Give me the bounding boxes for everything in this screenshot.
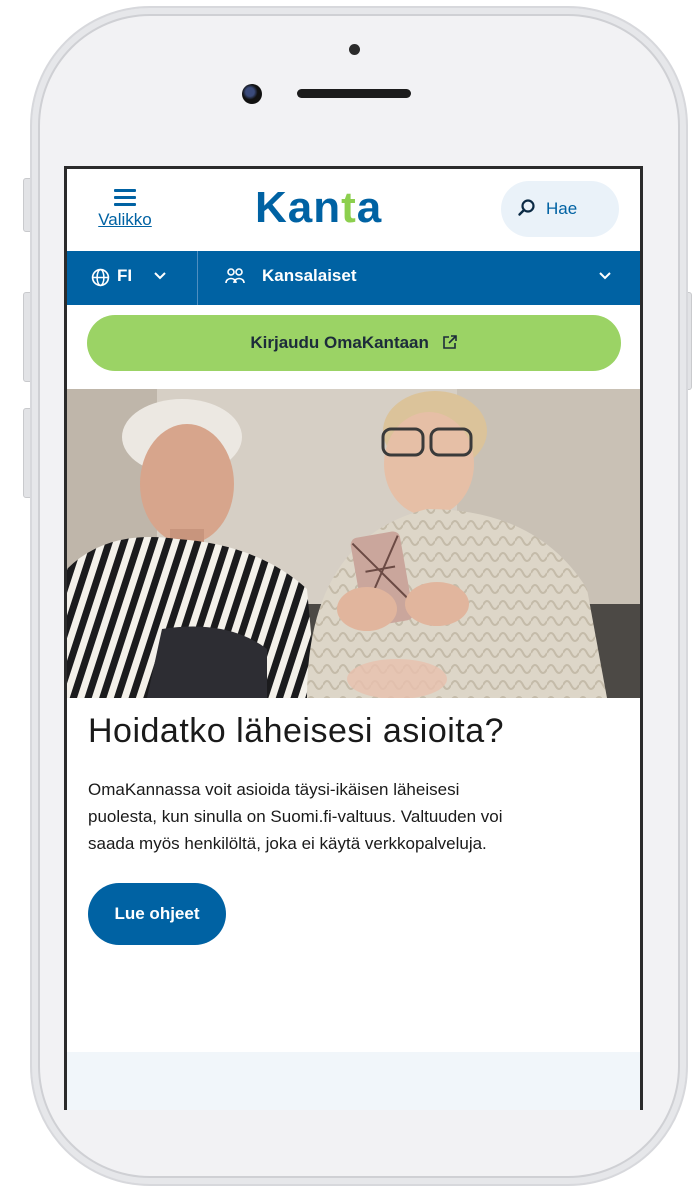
audience-selector[interactable]: Kansalaiset (198, 251, 640, 305)
article-description: OmaKannassa voit asioida täysi-ikäisen l… (88, 780, 503, 853)
next-section (67, 1052, 640, 1110)
hero-image (67, 389, 640, 698)
language-selector[interactable]: FI (67, 251, 198, 305)
article-content: Hoidatko läheisesi asioita? OmaKannassa … (67, 708, 640, 945)
language-code: FI (117, 266, 133, 285)
menu-label: Valikko (98, 210, 152, 229)
hamburger-menu-icon (114, 189, 136, 206)
site-header: Valikko Kanta Hae (67, 169, 640, 251)
chevron-down-icon (154, 272, 166, 280)
search-icon (518, 199, 535, 216)
menu-button[interactable]: Valikko (93, 183, 157, 239)
search-label: Hae (546, 199, 578, 218)
read-instructions-button[interactable]: Lue ohjeet (88, 883, 226, 945)
article-title: Hoidatko läheisesi asioita? (88, 712, 505, 750)
main-nav: FI Kansalaiset (67, 251, 640, 305)
search-button[interactable]: Hae (501, 181, 619, 237)
login-label: Kirjaudu OmaKantaan (250, 333, 429, 352)
globe-icon (91, 268, 110, 287)
phone-screen: Valikko Kanta Hae FI Kansalaiset Kirjaud… (64, 166, 643, 1110)
people-icon (225, 268, 245, 284)
kanta-logo[interactable]: Kanta (255, 183, 382, 233)
login-area: Kirjaudu OmaKantaan (67, 305, 640, 389)
login-omakanta-button[interactable]: Kirjaudu OmaKantaan (87, 315, 621, 371)
audience-label: Kansalaiset (262, 266, 357, 285)
external-link-icon (442, 335, 457, 349)
phone-sensor (349, 44, 360, 55)
chevron-down-icon (599, 272, 611, 280)
phone-speaker (297, 89, 411, 98)
phone-front-camera (242, 84, 262, 104)
